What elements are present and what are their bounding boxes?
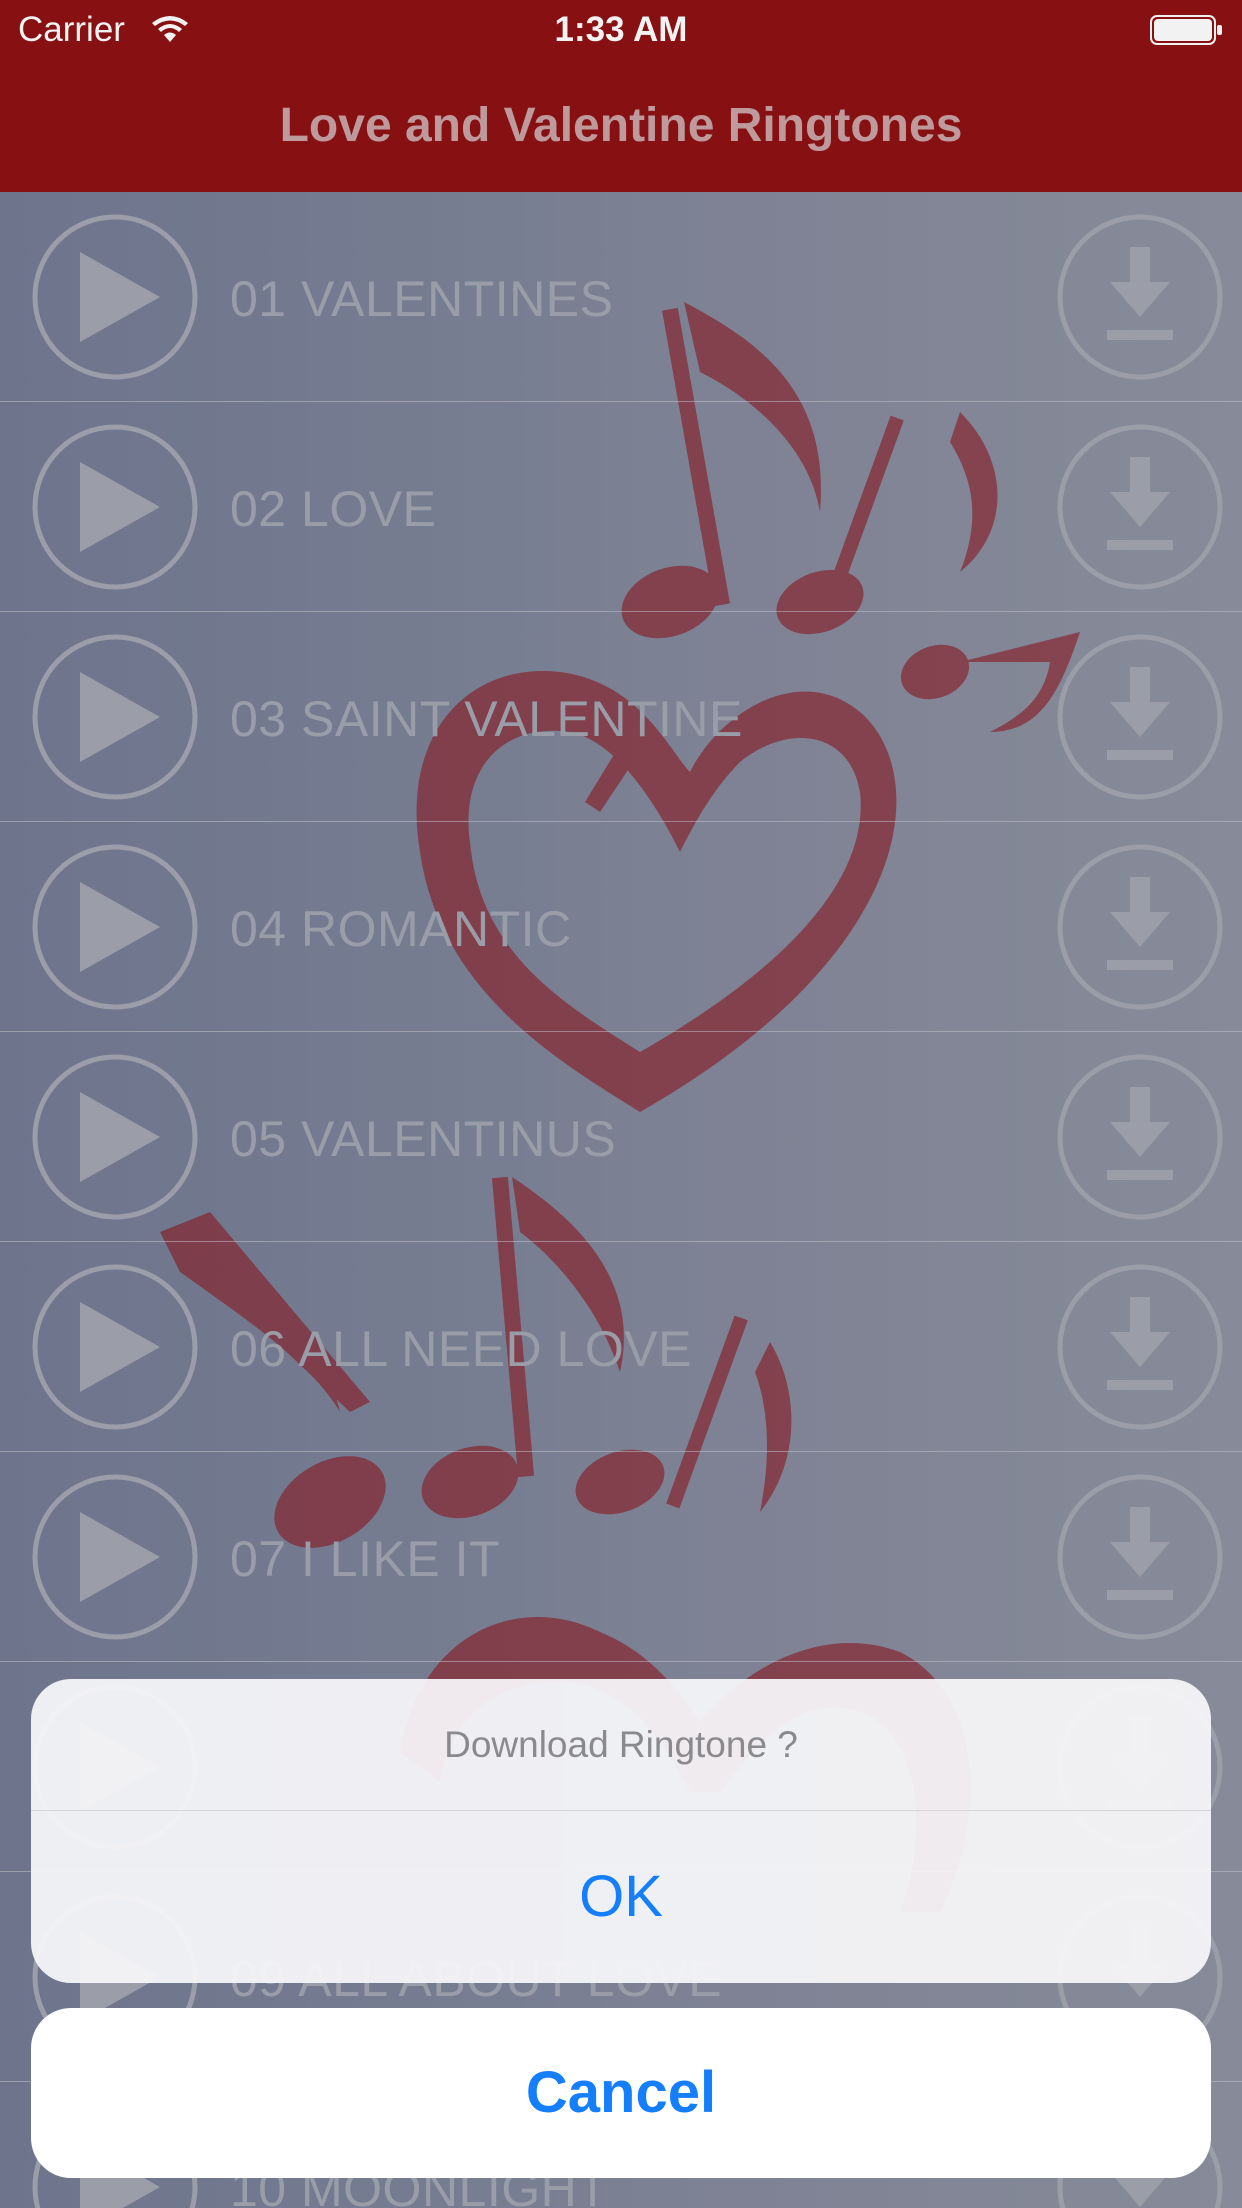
cancel-button[interactable]: Cancel [31,2008,1211,2178]
action-sheet: Download Ringtone ? OK [31,1679,1211,1983]
ok-button[interactable]: OK [31,1811,1211,1983]
action-sheet-message: Download Ringtone ? [31,1679,1211,1811]
